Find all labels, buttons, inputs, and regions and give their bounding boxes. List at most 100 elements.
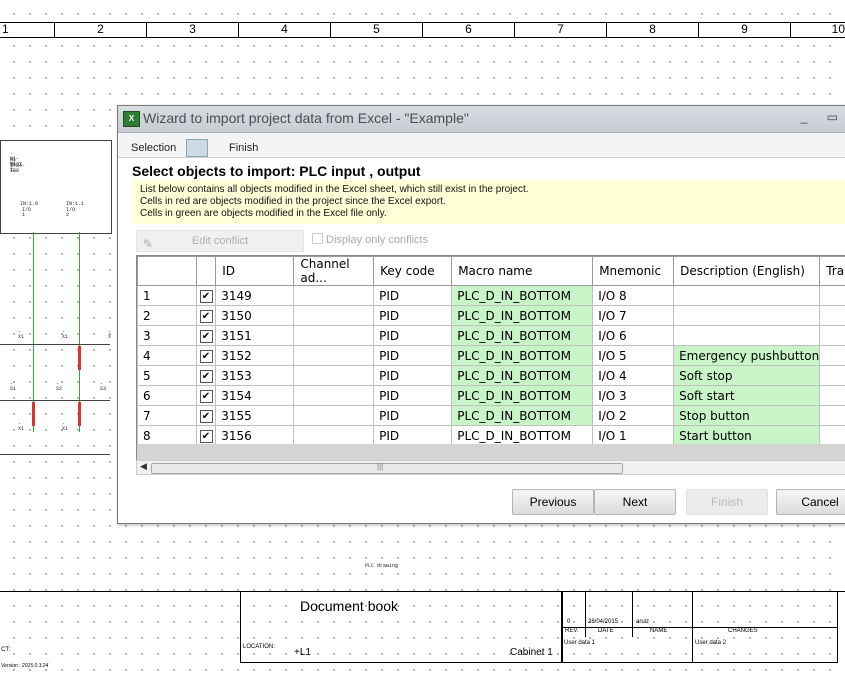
row-checkbox[interactable]: ✔ xyxy=(195,365,217,386)
column-header[interactable] xyxy=(195,256,217,286)
horizontal-scrollbar[interactable]: ◀ ||| xyxy=(136,460,845,475)
cell-channel[interactable] xyxy=(293,285,375,306)
cell-id[interactable]: 3149 xyxy=(215,285,295,306)
cell-mnemonic[interactable]: I/O 2 xyxy=(592,405,675,426)
cell-channel[interactable] xyxy=(293,425,375,446)
cell-key-code[interactable]: PID xyxy=(373,325,453,346)
cell-channel[interactable] xyxy=(293,305,375,326)
row-number[interactable]: 2 xyxy=(137,305,197,326)
window-controls[interactable]: _ ▭ xyxy=(801,110,845,124)
cell-id[interactable]: 3155 xyxy=(215,405,295,426)
cell-tra[interactable] xyxy=(819,405,845,426)
scroll-thumb[interactable] xyxy=(151,463,623,474)
cell-mnemonic[interactable]: I/O 6 xyxy=(592,325,675,346)
cell-mnemonic[interactable]: I/O 8 xyxy=(592,285,675,306)
column-header-key-code[interactable]: Key code xyxy=(373,256,453,286)
dialog-titlebar[interactable]: X Wizard to import project data from Exc… xyxy=(118,106,845,133)
cell-macro[interactable]: PLC_D_IN_BOTTOM xyxy=(451,425,594,446)
edit-conflict-button[interactable]: ✎ Edit conflict xyxy=(136,230,304,252)
column-header-channel[interactable]: Channel ad... xyxy=(293,256,375,286)
cell-id[interactable]: 3150 xyxy=(215,305,295,326)
cell-key-code[interactable]: PID xyxy=(373,385,453,406)
cell-mnemonic[interactable]: I/O 7 xyxy=(592,305,675,326)
cell-channel[interactable] xyxy=(293,405,375,426)
cell-key-code[interactable]: PID xyxy=(373,305,453,326)
row-number[interactable]: 1 xyxy=(137,285,197,306)
row-checkbox[interactable]: ✔ xyxy=(195,305,217,326)
column-header[interactable] xyxy=(137,256,197,286)
row-checkbox[interactable]: ✔ xyxy=(195,425,217,446)
cell-mnemonic[interactable]: I/O 1 xyxy=(592,425,675,446)
table-row[interactable]: 6 ✔ 3154 PID PLC_D_IN_BOTTOM I/O 3 Soft start xyxy=(137,385,845,406)
column-header-tra[interactable]: Tra xyxy=(819,256,845,286)
row-number[interactable]: 5 xyxy=(137,365,197,386)
cell-description[interactable]: Soft start xyxy=(673,385,821,406)
next-button[interactable]: Next xyxy=(594,489,676,515)
cell-description[interactable] xyxy=(673,285,821,306)
cell-id[interactable]: 3156 xyxy=(215,425,295,446)
cell-macro[interactable]: PLC_D_IN_BOTTOM xyxy=(451,285,594,306)
cell-key-code[interactable]: PID xyxy=(373,405,453,426)
cell-tra[interactable] xyxy=(819,365,845,386)
table-row[interactable]: 4 ✔ 3152 PID PLC_D_IN_BOTTOM I/O 5 Emergency p… xyxy=(137,345,845,366)
cell-key-code[interactable]: PID xyxy=(373,345,453,366)
checkbox-icon[interactable]: ✔ xyxy=(199,370,213,383)
cell-key-code[interactable]: PID xyxy=(373,425,453,446)
cell-tra[interactable] xyxy=(819,305,845,326)
checkbox-icon[interactable]: ✔ xyxy=(199,290,213,303)
cell-macro[interactable]: PLC_D_IN_BOTTOM xyxy=(451,365,594,386)
table-row[interactable]: 3 ✔ 3151 PID PLC_D_IN_BOTTOM I/O 6 xyxy=(137,325,845,346)
row-number[interactable]: 3 xyxy=(137,325,197,346)
cell-id[interactable]: 3154 xyxy=(215,385,295,406)
cell-key-code[interactable]: PID xyxy=(373,285,453,306)
cell-key-code[interactable]: PID xyxy=(373,365,453,386)
table-row[interactable]: 8 ✔ 3156 PID PLC_D_IN_BOTTOM I/O 1 Start butto… xyxy=(137,425,845,446)
column-header-id[interactable]: ID xyxy=(215,256,295,286)
cell-description[interactable] xyxy=(673,305,821,326)
import-wizard-dialog[interactable]: X Wizard to import project data from Exc… xyxy=(117,105,845,524)
cell-id[interactable]: 3153 xyxy=(215,365,295,386)
cell-id[interactable]: 3152 xyxy=(215,345,295,366)
previous-button[interactable]: Previous xyxy=(512,489,594,515)
step-selection[interactable]: Selection xyxy=(131,142,176,154)
column-header-description[interactable]: Description (English) xyxy=(673,256,821,286)
checkbox-icon[interactable]: ✔ xyxy=(199,310,213,323)
step-finish[interactable]: Finish xyxy=(229,142,258,154)
cell-mnemonic[interactable]: I/O 4 xyxy=(592,365,675,386)
cell-description[interactable]: Start button xyxy=(673,425,821,446)
cell-macro[interactable]: PLC_D_IN_BOTTOM xyxy=(451,345,594,366)
row-checkbox[interactable]: ✔ xyxy=(195,345,217,366)
cell-mnemonic[interactable]: I/O 5 xyxy=(592,345,675,366)
cell-channel[interactable] xyxy=(293,385,375,406)
column-header-macro[interactable]: Macro name xyxy=(451,256,594,286)
cell-description[interactable]: Stop button xyxy=(673,405,821,426)
cell-tra[interactable] xyxy=(819,285,845,306)
cell-channel[interactable] xyxy=(293,345,375,366)
row-number[interactable]: 8 xyxy=(137,425,197,446)
cell-description[interactable]: Emergency pushbutton xyxy=(673,345,821,366)
cell-tra[interactable] xyxy=(819,425,845,446)
table-row[interactable]: 1 ✔ 3149 PID PLC_D_IN_BOTTOM I/O 8 xyxy=(137,285,845,306)
row-number[interactable]: 7 xyxy=(137,405,197,426)
cancel-button[interactable]: Cancel xyxy=(776,489,845,515)
cell-macro[interactable]: PLC_D_IN_BOTTOM xyxy=(451,405,594,426)
cell-mnemonic[interactable]: I/O 3 xyxy=(592,385,675,406)
cell-macro[interactable]: PLC_D_IN_BOTTOM xyxy=(451,385,594,406)
row-number[interactable]: 4 xyxy=(137,345,197,366)
cell-channel[interactable] xyxy=(293,325,375,346)
cell-channel[interactable] xyxy=(293,365,375,386)
table-row[interactable]: 7 ✔ 3155 PID PLC_D_IN_BOTTOM I/O 2 Stop button xyxy=(137,405,845,426)
cell-description[interactable]: Soft stop xyxy=(673,365,821,386)
cell-description[interactable] xyxy=(673,325,821,346)
row-checkbox[interactable]: ✔ xyxy=(195,405,217,426)
cell-tra[interactable] xyxy=(819,385,845,406)
objects-grid[interactable]: ID Channel ad... Key code Macro name Mne… xyxy=(136,255,845,462)
cell-macro[interactable]: PLC_D_IN_BOTTOM xyxy=(451,325,594,346)
row-checkbox[interactable]: ✔ xyxy=(195,325,217,346)
checkbox-icon[interactable]: ✔ xyxy=(199,410,213,423)
cell-macro[interactable]: PLC_D_IN_BOTTOM xyxy=(451,305,594,326)
scroll-left-icon[interactable]: ◀ xyxy=(140,461,147,472)
checkbox-icon[interactable]: ✔ xyxy=(199,350,213,363)
row-checkbox[interactable]: ✔ xyxy=(195,285,217,306)
table-row[interactable]: 2 ✔ 3150 PID PLC_D_IN_BOTTOM I/O 7 xyxy=(137,305,845,326)
